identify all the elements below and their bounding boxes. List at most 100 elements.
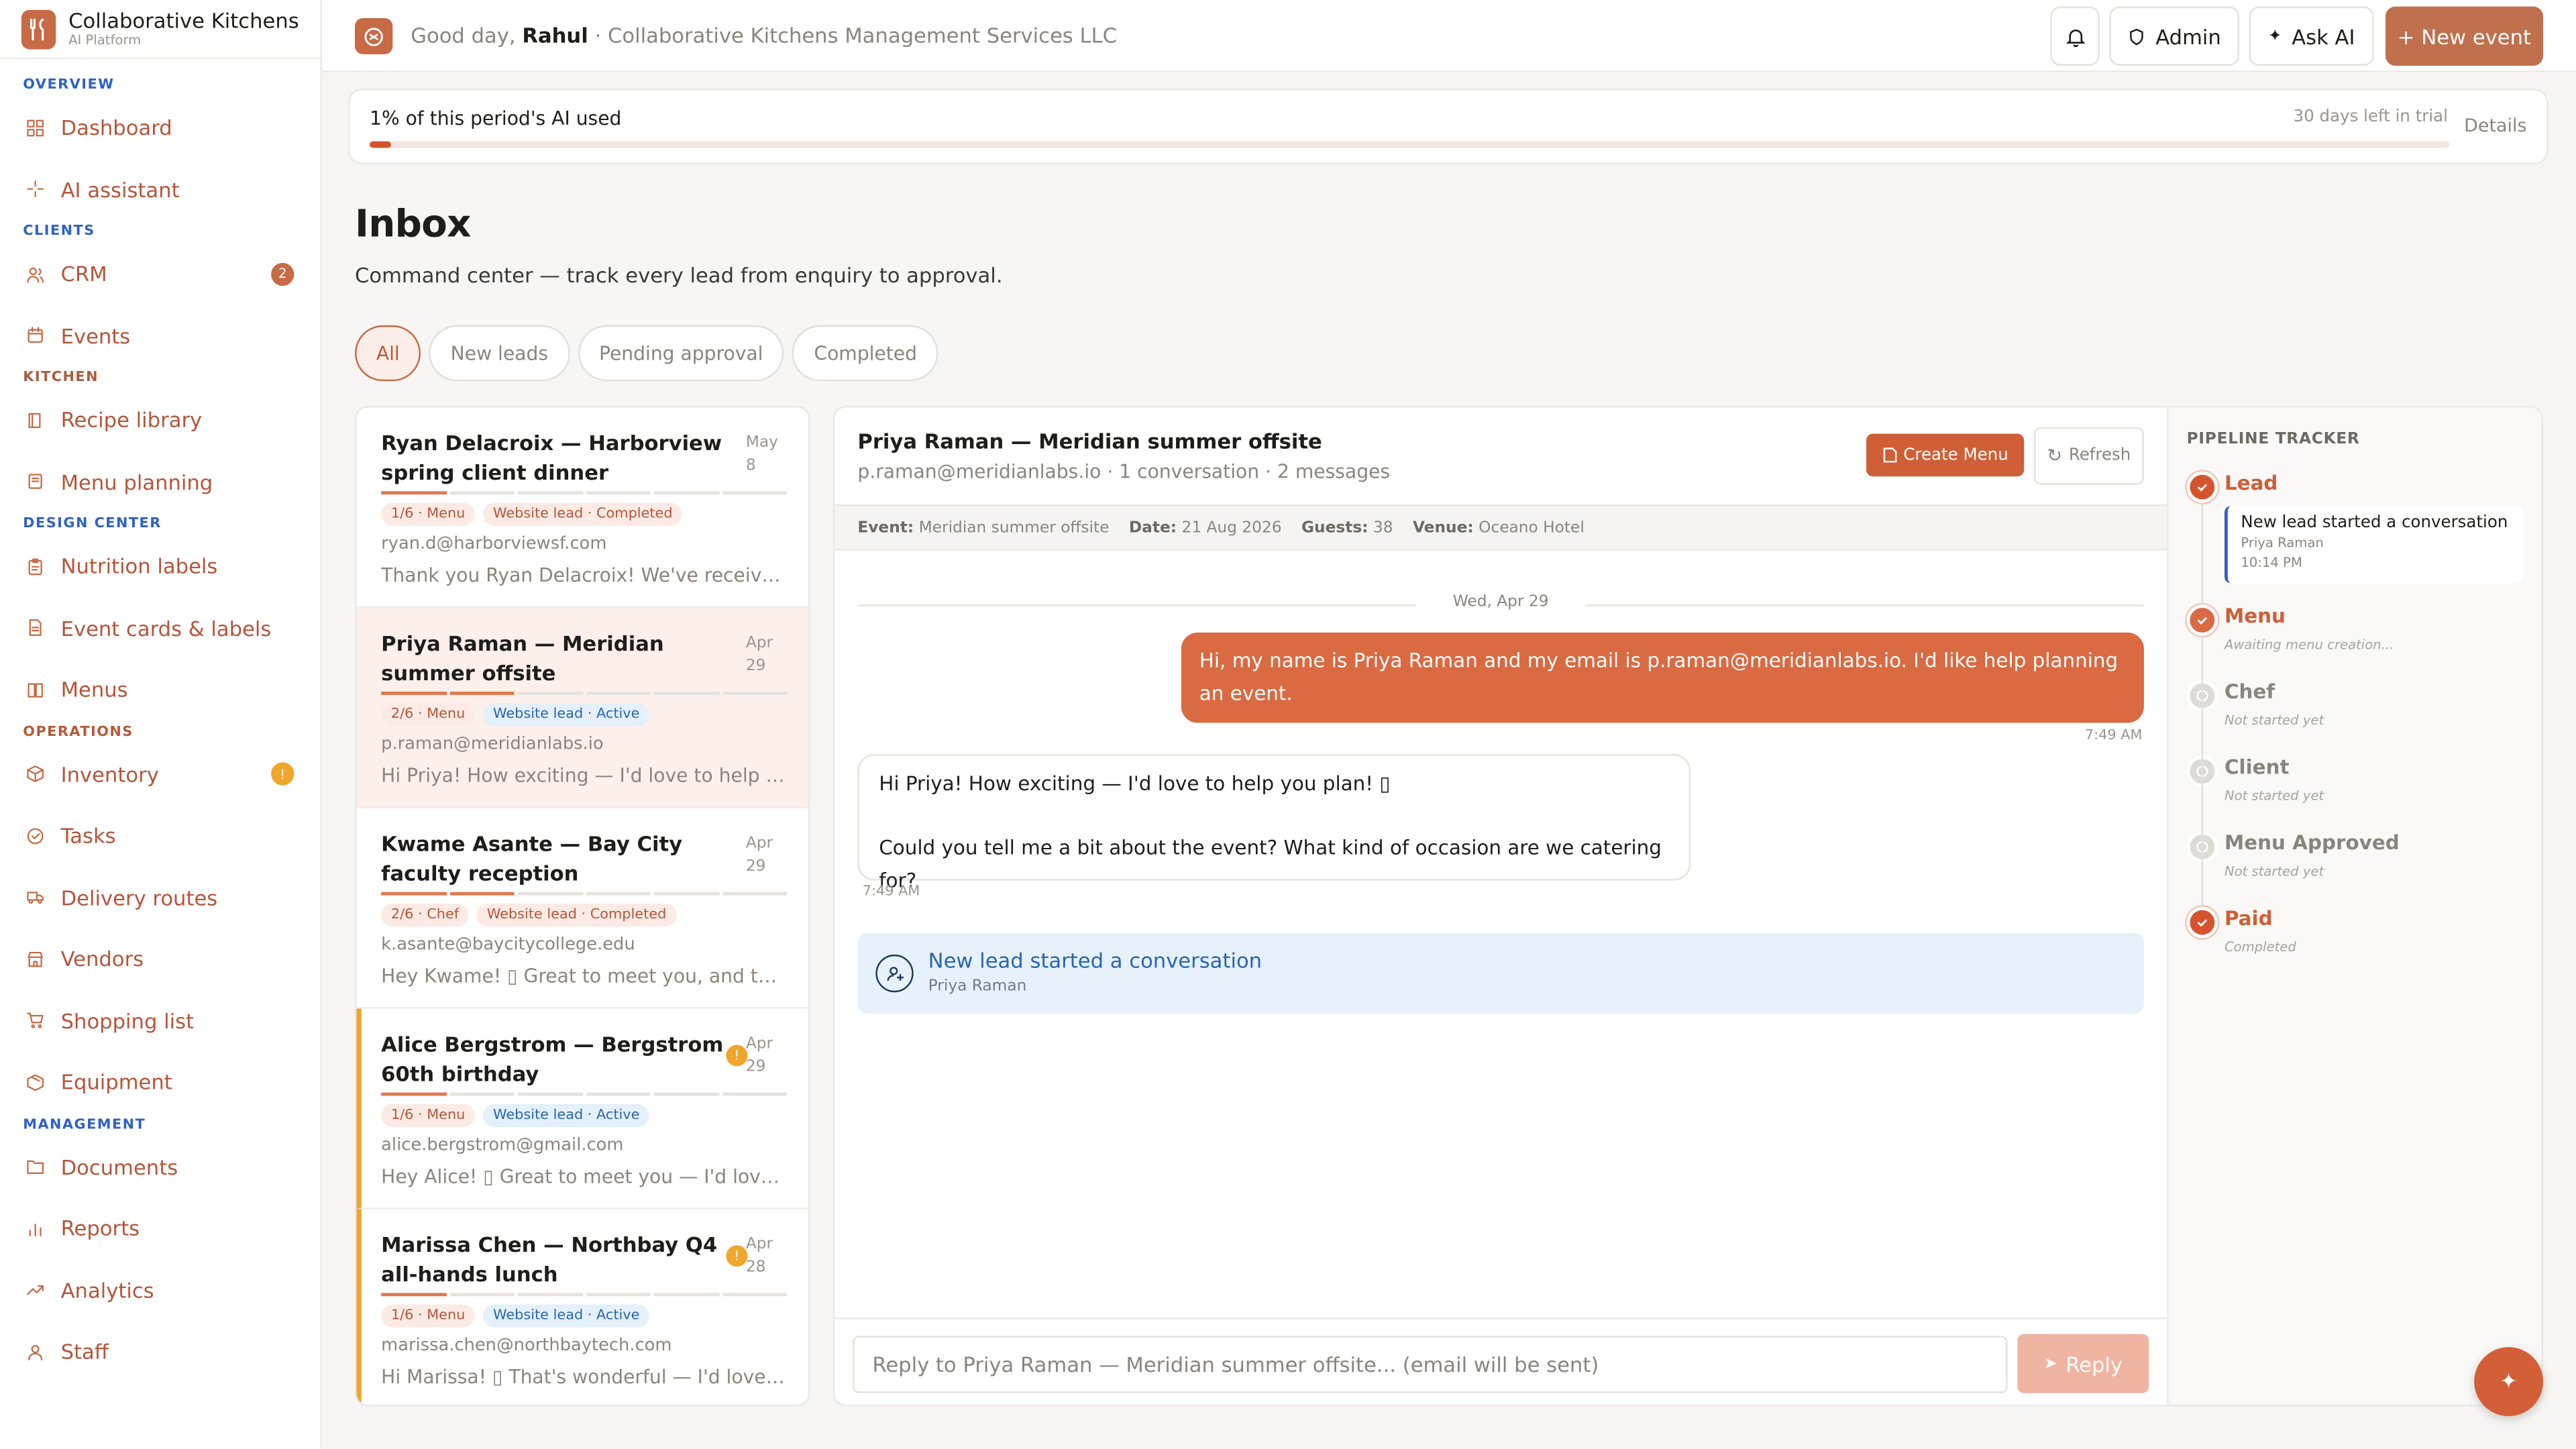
- stage-tag: 1/6 · Menu: [381, 1104, 476, 1128]
- lead-card-time: 10:14 PM: [2241, 555, 2302, 570]
- refresh-button[interactable]: ↻ Refresh: [2033, 427, 2144, 485]
- notifications-button[interactable]: [2050, 6, 2100, 66]
- lead-list-item[interactable]: Alice Bergstrom — Bergstrom 60th birthda…: [356, 1008, 808, 1210]
- sidebar-item-label: Menus: [60, 677, 128, 702]
- lead-preview: Hey Kwame! ▯ Great to meet you, and than…: [381, 964, 787, 987]
- sidebar-section-label: OVERVIEW: [23, 77, 115, 94]
- chef-hat-icon[interactable]: [354, 17, 393, 54]
- step-note: Not started yet: [2224, 864, 2324, 879]
- sidebar-section-label: KITCHEN: [23, 370, 99, 386]
- staff-icon: [26, 1342, 44, 1360]
- step-name: Client: [2224, 755, 2290, 779]
- lead-email: p.raman@meridianlabs.io: [381, 734, 604, 755]
- sidebar-item-reports[interactable]: Reports: [0, 1197, 321, 1259]
- conversation-panel: Priya Raman — Meridian summer offsite p.…: [833, 405, 2169, 1407]
- ai-usage-label: 1% of this period's AI used: [370, 107, 622, 130]
- progress-segment: [449, 491, 515, 495]
- progress-segment: [653, 892, 719, 896]
- bar-chart-icon: [26, 1220, 44, 1238]
- progress-segment: [722, 1092, 788, 1096]
- sidebar-item-label: CRM: [60, 262, 107, 286]
- usage-details-link[interactable]: Details: [2464, 115, 2526, 136]
- pipeline-lead-card: New lead started a conversation Priya Ram…: [2224, 506, 2524, 584]
- progress-segment: [449, 892, 515, 896]
- filter-tab-all[interactable]: All: [354, 325, 421, 382]
- sidebar-item-crm[interactable]: CRM 2: [0, 243, 321, 305]
- notebook-icon: [26, 473, 44, 491]
- meta-date-label: Date:: [1128, 518, 1177, 537]
- step-name: Paid: [2224, 906, 2273, 930]
- sidebar-item-events[interactable]: Events: [0, 305, 321, 366]
- lead-preview: Hi Marissa! ▯ That's wonderful — I'd lov…: [381, 1365, 787, 1389]
- sidebar-item-vendors[interactable]: Vendors: [0, 928, 321, 990]
- progress-segment: [449, 1293, 515, 1297]
- sidebar-item-event-cards-labels[interactable]: Event cards & labels: [0, 597, 321, 659]
- page-title: Inbox: [354, 203, 471, 247]
- sidebar-item-badge: 2: [271, 262, 294, 286]
- admin-button[interactable]: Admin: [2109, 6, 2239, 66]
- progress-segment: [586, 1293, 651, 1297]
- ai-usage-progress-fill: [370, 141, 391, 148]
- sidebar-item-ai-assistant[interactable]: AI assistant: [0, 158, 321, 220]
- filter-tab-completed[interactable]: Completed: [792, 325, 938, 382]
- sidebar-item-label: Tasks: [60, 823, 116, 849]
- refresh-icon: ↻: [2047, 445, 2063, 467]
- lead-date: Apr 29: [745, 634, 773, 676]
- filter-tab-pending-approval[interactable]: Pending approval: [578, 325, 785, 382]
- filter-tab-new-leads[interactable]: New leads: [429, 325, 570, 382]
- ai-assistant-fab[interactable]: ✦: [2474, 1347, 2544, 1417]
- book-open-icon: [26, 680, 44, 698]
- lead-email: k.asante@baycitycollege.edu: [381, 934, 635, 955]
- lead-list-item[interactable]: Marissa Chen — Northbay Q4 all-hands lun…: [356, 1209, 808, 1405]
- sidebar-item-staff[interactable]: Staff: [0, 1321, 321, 1383]
- lead-list-item[interactable]: Ryan Delacroix — Harborview spring clien…: [356, 407, 808, 608]
- incoming-message-line: Could you tell me a bit about the event?…: [879, 836, 1662, 892]
- sidebar-item-shopping-list[interactable]: Shopping list: [0, 990, 321, 1052]
- sidebar-item-recipe-library[interactable]: Recipe library: [0, 389, 321, 451]
- meta-guests: Guests: 38: [1301, 519, 1393, 537]
- progress-segment: [653, 491, 719, 495]
- progress-segment: [653, 1092, 719, 1096]
- bell-icon: [2065, 28, 2085, 46]
- create-menu-button[interactable]: Create Menu: [1866, 433, 2025, 477]
- ask-ai-button[interactable]: ✦ Ask AI: [2249, 6, 2374, 66]
- lead-title: Priya Raman — Meridian summer offsite: [381, 631, 664, 686]
- lead-card-name: Priya Raman: [2241, 535, 2324, 551]
- reply-button[interactable]: ➤ Reply: [2017, 1334, 2149, 1393]
- progress-segment: [722, 491, 788, 495]
- event-meta-bar: Event: Meridian summer offsite Date: 21 …: [835, 504, 2167, 551]
- book-icon: [26, 411, 44, 429]
- sidebar-item-label: Reports: [60, 1216, 140, 1241]
- greeting-text: Good day,: [411, 23, 516, 48]
- sidebar-item-tasks[interactable]: Tasks: [0, 805, 321, 867]
- lead-title: Alice Bergstrom — Bergstrom 60th birthda…: [381, 1031, 724, 1086]
- sidebar-item-analytics[interactable]: Analytics: [0, 1259, 321, 1321]
- lead-card-title: New lead started a conversation: [2241, 514, 2508, 533]
- sidebar-nav: OVERVIEW Dashboard AI assistant CLIENTS CRM 2…: [0, 59, 321, 1383]
- lead-preview: Hey Alice! ▯ Great to meet you — I'd lov…: [381, 1165, 787, 1188]
- sidebar-item-equipment[interactable]: Equipment: [0, 1051, 321, 1113]
- sidebar-item-menus[interactable]: Menus: [0, 659, 321, 720]
- sidebar-item-inventory[interactable]: Inventory!: [0, 743, 321, 805]
- lead-list-item[interactable]: Priya Raman — Meridian summer offsite Apr…: [356, 608, 808, 808]
- sidebar-item-dashboard[interactable]: Dashboard: [0, 97, 321, 158]
- brand-header[interactable]: Collaborative Kitchens AI Platform: [0, 0, 321, 60]
- progress-segment: [722, 892, 788, 896]
- sidebar-item-label: Recipe library: [60, 407, 203, 433]
- lead-tags: 1/6 · Menu Website lead · Active: [381, 1304, 785, 1328]
- meta-venue-label: Venue:: [1412, 518, 1474, 537]
- sidebar-item-documents[interactable]: Documents: [0, 1136, 321, 1197]
- progress-segment: [381, 692, 446, 695]
- reply-input[interactable]: Reply to Priya Raman — Meridian summer o…: [853, 1336, 2008, 1393]
- system-event-title: New lead started a conversation: [928, 948, 1263, 973]
- lead-list-item[interactable]: Kwame Asante — Bay City faculty receptio…: [356, 808, 808, 1009]
- sidebar-item-nutrition-labels[interactable]: Nutrition labels: [0, 535, 321, 597]
- new-event-button[interactable]: + New event: [2385, 6, 2544, 66]
- lead-tags: 2/6 · Menu Website lead · Active: [381, 703, 785, 727]
- progress-segment: [517, 1092, 583, 1096]
- sidebar-item-label: Documents: [60, 1155, 178, 1179]
- sidebar-item-menu-planning[interactable]: Menu planning: [0, 451, 321, 513]
- user-plus-icon: [875, 954, 914, 993]
- sidebar-item-delivery-routes[interactable]: Delivery routes: [0, 867, 321, 928]
- progress-segment: [517, 692, 583, 695]
